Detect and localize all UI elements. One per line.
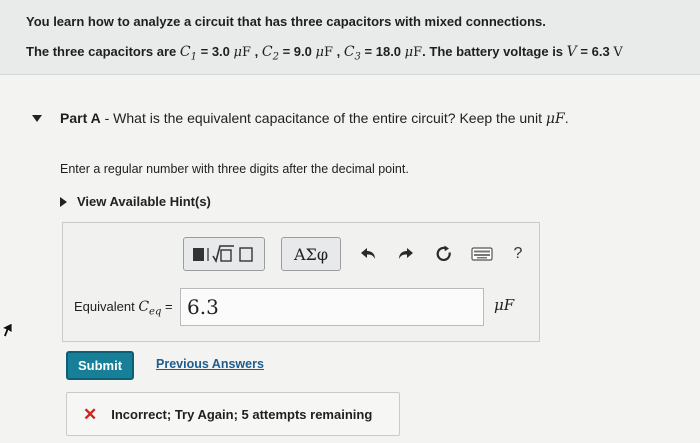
intro-text: You learn how to analyze a circuit that …: [26, 14, 546, 29]
help-button[interactable]: ?: [509, 245, 527, 263]
expand-caret-icon[interactable]: [60, 196, 67, 207]
instruction-text: Enter a regular number with three digits…: [60, 162, 409, 176]
math-toolbar: ΑΣφ ?: [183, 236, 527, 272]
redo-icon[interactable]: [395, 243, 417, 265]
templates-button[interactable]: [183, 237, 265, 271]
keyboard-icon[interactable]: [471, 243, 493, 265]
view-hints-label[interactable]: View Available Hint(s): [77, 194, 211, 209]
view-hints-toggle[interactable]: View Available Hint(s): [60, 194, 211, 209]
symbols-button[interactable]: ΑΣφ: [281, 237, 341, 271]
templates-icon: [193, 245, 253, 264]
answer-input[interactable]: [180, 288, 484, 326]
incorrect-x-icon: ✕: [83, 404, 98, 424]
submit-button[interactable]: Submit: [66, 351, 134, 380]
answer-unit: μF: [494, 296, 515, 314]
mouse-cursor-icon: [1, 322, 13, 338]
part-a-title: Part A - What is the equivalent capacita…: [60, 109, 569, 127]
problem-intro: You learn how to analyze a circuit that …: [0, 0, 700, 75]
previous-answers-link[interactable]: Previous Answers: [156, 357, 264, 371]
feedback-text: Incorrect; Try Again; 5 attempts remaini…: [111, 406, 373, 422]
capacitor-values: The three capacitors are C1 = 3.0 μF , C…: [26, 44, 623, 63]
answer-label: Equivalent Ceq =: [74, 299, 173, 318]
part-a-header[interactable]: Part A - What is the equivalent capacita…: [32, 108, 569, 128]
reset-icon[interactable]: [433, 243, 455, 265]
feedback-box: ✕ Incorrect; Try Again; 5 attempts remai…: [66, 392, 400, 436]
undo-icon[interactable]: [357, 243, 379, 265]
collapse-caret-icon[interactable]: [32, 114, 42, 122]
